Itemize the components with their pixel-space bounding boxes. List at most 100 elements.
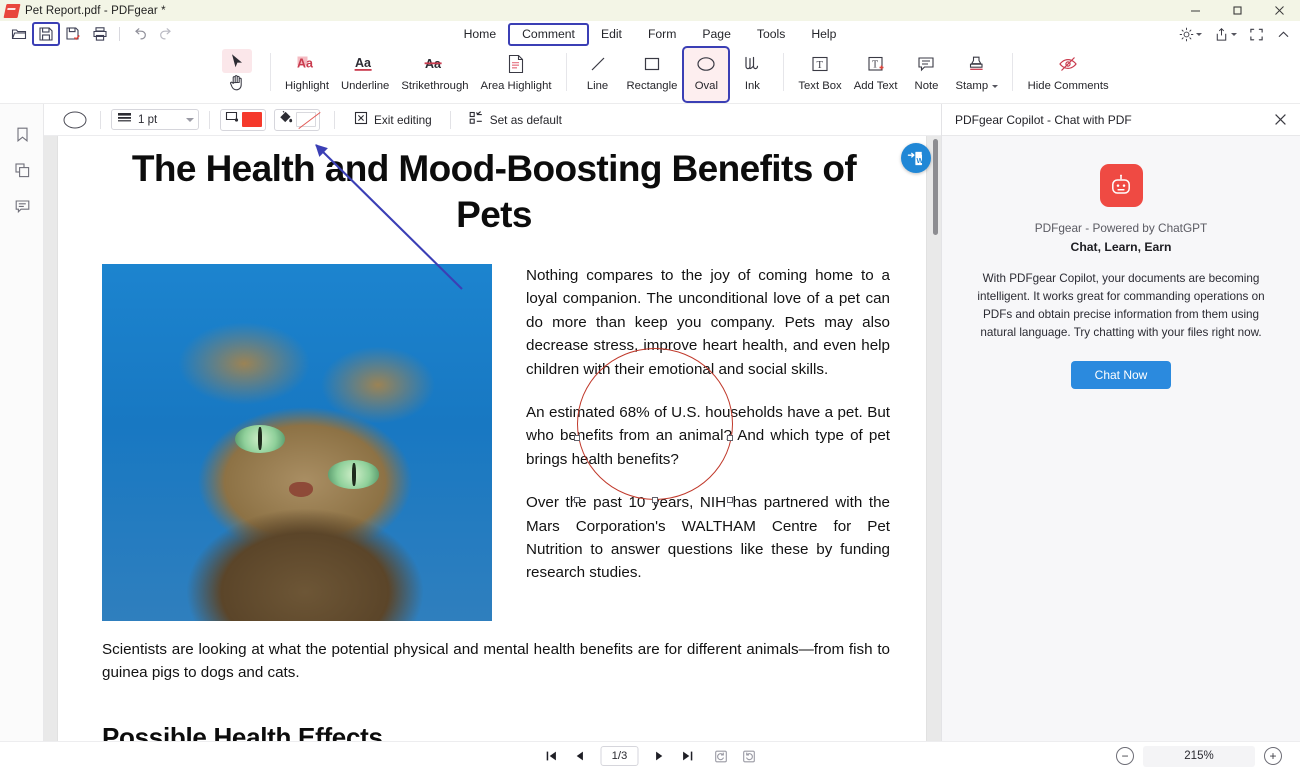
document-viewport[interactable]: The Health and Mood-Boosting Benefits of… (44, 136, 941, 741)
paragraph-wide: Scientists are looking at what the poten… (102, 638, 890, 685)
annotation-handle[interactable] (574, 435, 580, 441)
annotation-handle[interactable] (574, 497, 580, 503)
set-as-default-button[interactable]: Set as default (464, 109, 567, 130)
text-box-icon: T (809, 51, 831, 77)
copilot-close-button[interactable] (1270, 110, 1290, 130)
fill-color-control[interactable] (274, 109, 320, 131)
ribbon-divider (783, 53, 784, 91)
tool-oval[interactable]: Oval (683, 47, 729, 102)
zoom-controls: − 215% + (1116, 746, 1282, 767)
line-weight-value: 1 pt (138, 114, 168, 126)
menu-edit[interactable]: Edit (588, 24, 635, 45)
maximize-button[interactable] (1216, 0, 1258, 21)
tool-text-box[interactable]: T Text Box (792, 47, 847, 102)
tool-label: Note (915, 80, 939, 93)
sidebar-item-bookmarks[interactable] (0, 116, 44, 152)
close-button[interactable] (1258, 0, 1300, 21)
copilot-slogan: Chat, Learn, Earn (1071, 240, 1172, 254)
line-weight-selector[interactable]: 1 pt (111, 109, 199, 130)
tool-stamp[interactable]: Stamp (949, 47, 1004, 102)
fill-bucket-icon (278, 109, 294, 130)
tool-note[interactable]: Note (903, 47, 949, 102)
tool-ink[interactable]: Ink (729, 47, 775, 102)
ribbon-divider (270, 53, 271, 91)
copilot-powered-by: PDFgear - Powered by ChatGPT (1035, 221, 1207, 235)
window-controls (1174, 0, 1300, 21)
chevron-down-icon (186, 118, 194, 122)
tool-rectangle[interactable]: Rectangle (621, 47, 684, 102)
pdf-page[interactable]: The Health and Mood-Boosting Benefits of… (58, 136, 926, 741)
oval-annotation[interactable] (577, 348, 733, 500)
tool-hide-comments[interactable]: Hide Comments (1021, 47, 1115, 102)
next-page-button[interactable] (647, 745, 673, 767)
collapse-ribbon-button[interactable] (1271, 23, 1296, 45)
rectangle-icon (641, 51, 663, 77)
sticky-note-icon (915, 51, 937, 77)
prev-page-button[interactable] (567, 745, 593, 767)
copilot-description: With PDFgear Copilot, your documents are… (966, 270, 1276, 342)
annotation-handle[interactable] (727, 435, 733, 441)
tool-area-highlight[interactable]: Area Highlight (475, 47, 558, 102)
fullscreen-button[interactable] (1244, 23, 1269, 45)
menu-comment[interactable]: Comment (509, 24, 588, 45)
exit-editing-button[interactable]: Exit editing (349, 109, 437, 130)
copilot-title: PDFgear Copilot - Chat with PDF (955, 113, 1132, 127)
first-page-button[interactable] (539, 745, 565, 767)
share-export-button[interactable] (1209, 23, 1242, 45)
main-menu: Home Comment Edit Form Page Tools Help (0, 21, 1300, 47)
menu-form[interactable]: Form (635, 24, 689, 45)
zoom-out-button[interactable]: − (1116, 747, 1134, 765)
page-indicator[interactable]: 1/3 (601, 746, 639, 766)
chat-now-button[interactable]: Chat Now (1071, 361, 1172, 389)
tool-strikethrough[interactable]: Aa Strikethrough (395, 47, 474, 102)
menu-help[interactable]: Help (798, 24, 849, 45)
document-vertical-scrollbar[interactable] (933, 139, 938, 235)
fill-color-swatch[interactable] (296, 112, 316, 127)
rotate-right-button[interactable] (736, 745, 762, 767)
rotate-left-button[interactable] (708, 745, 734, 767)
minimize-button[interactable] (1174, 0, 1216, 21)
shape-preview-icon (60, 110, 90, 130)
annotation-handle[interactable] (652, 497, 658, 503)
border-color-swatch[interactable] (242, 112, 262, 127)
last-page-button[interactable] (675, 745, 701, 767)
area-highlight-icon (505, 51, 527, 77)
title-bar: Pet Report.pdf - PDFgear * (0, 0, 1300, 21)
convert-to-word-button[interactable]: W (901, 143, 931, 173)
menu-tools[interactable]: Tools (744, 24, 798, 45)
tool-add-text[interactable]: T Add Text (848, 47, 904, 102)
tool-highlight[interactable]: Aa Highlight (279, 47, 335, 102)
zoom-in-button[interactable]: + (1264, 747, 1282, 765)
annotation-handle[interactable] (727, 497, 733, 503)
underline-aa-icon: Aa (352, 51, 378, 77)
hide-eye-icon (1056, 51, 1080, 77)
cursor-arrow-icon (222, 49, 252, 73)
chevron-down-icon (1231, 33, 1237, 36)
ribbon-divider (566, 53, 567, 91)
svg-text:T: T (817, 60, 824, 71)
hand-pan-icon (228, 73, 245, 96)
pdf-file-icon (5, 4, 19, 18)
zoom-level[interactable]: 215% (1143, 746, 1255, 767)
sidebar-item-thumbnails[interactable] (0, 152, 44, 188)
pointer-tool[interactable] (216, 47, 260, 102)
tool-underline[interactable]: Aa Underline (335, 47, 395, 102)
stamp-icon (965, 51, 989, 77)
border-color-control[interactable] (220, 109, 266, 131)
strikethrough-aa-icon: Aa (422, 51, 448, 77)
ribbon-divider (1012, 53, 1013, 91)
paragraph-1: Nothing compares to the joy of coming ho… (526, 264, 890, 381)
svg-text:T: T (872, 60, 878, 71)
tool-line[interactable]: Line (575, 47, 621, 102)
svg-text:Aa: Aa (297, 57, 314, 71)
exit-editing-label: Exit editing (374, 113, 432, 127)
theme-brightness-button[interactable] (1174, 23, 1207, 45)
copilot-body: PDFgear - Powered by ChatGPT Chat, Learn… (942, 136, 1300, 389)
document-subheading: Possible Health Effects (102, 722, 602, 741)
props-divider (209, 111, 210, 129)
menu-page[interactable]: Page (689, 24, 743, 45)
sidebar-item-comments[interactable] (0, 188, 44, 224)
svg-text:Aa: Aa (355, 56, 372, 70)
copilot-header: PDFgear Copilot - Chat with PDF (942, 104, 1300, 136)
menu-home[interactable]: Home (451, 24, 510, 45)
